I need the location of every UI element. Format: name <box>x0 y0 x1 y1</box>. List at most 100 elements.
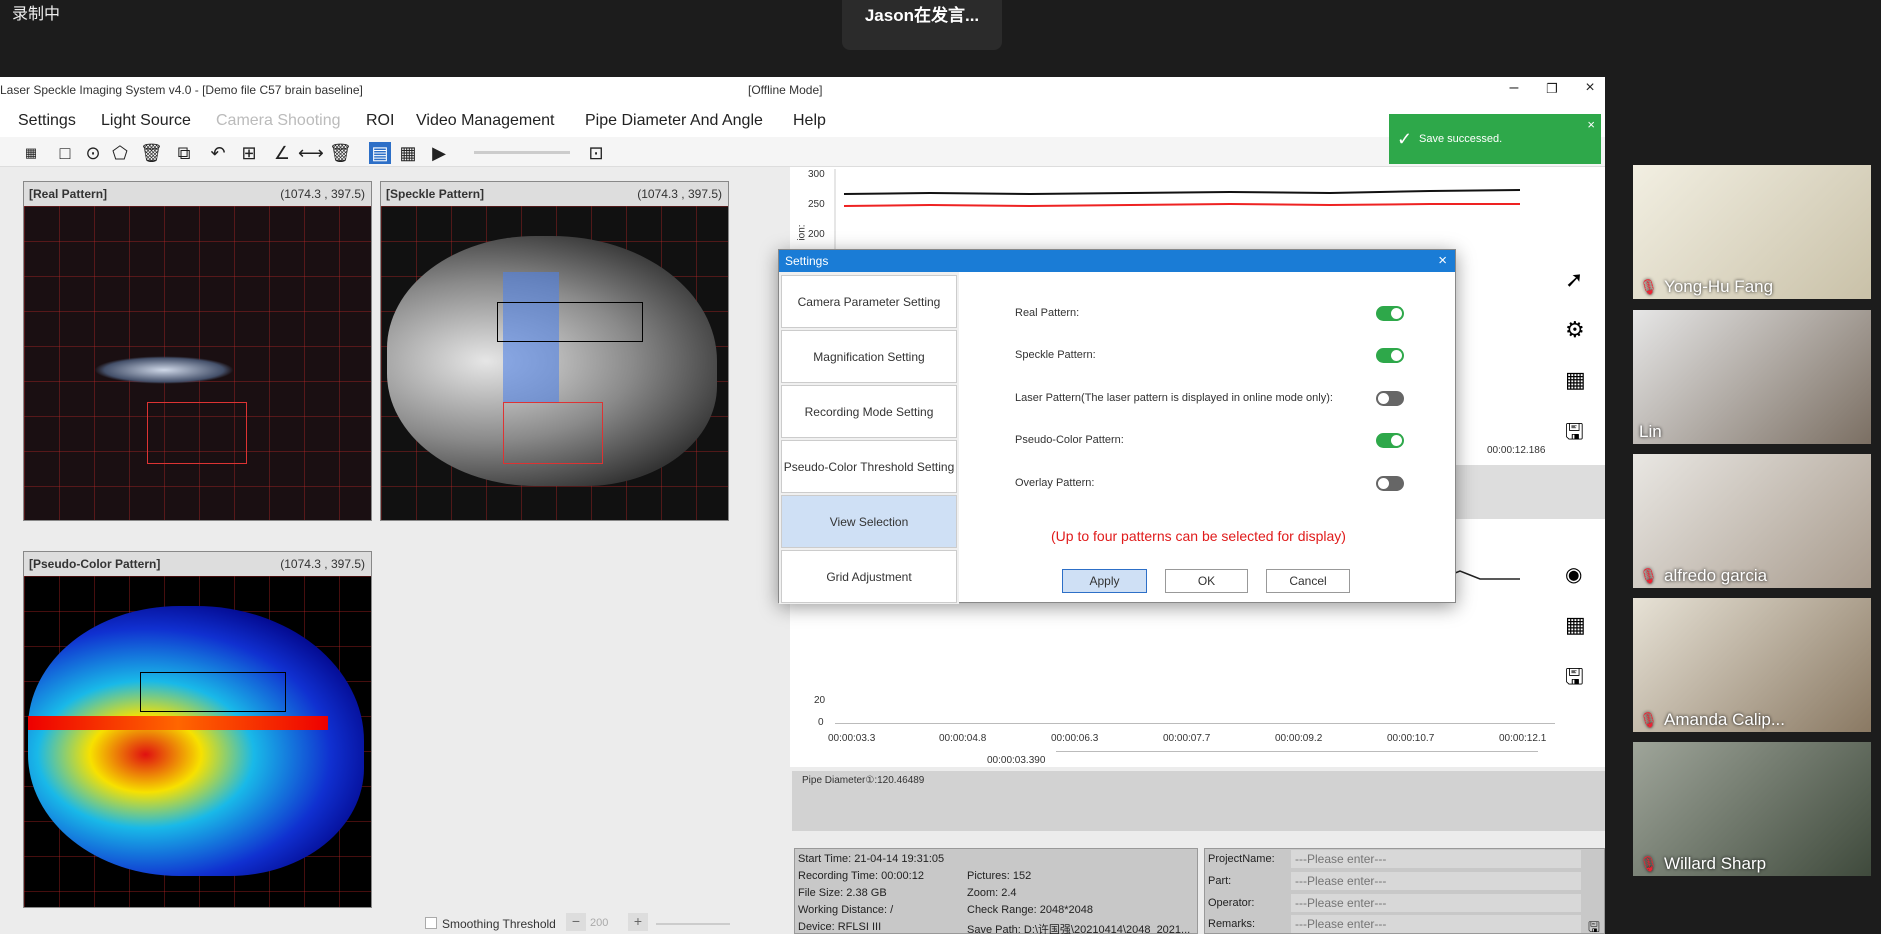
trash-icon[interactable]: 🗑 <box>140 142 163 164</box>
part-input[interactable] <box>1291 872 1581 890</box>
zoom-slider[interactable] <box>474 151 570 154</box>
x-tick: 00:00:07.7 <box>1163 733 1211 744</box>
toast-close-icon[interactable]: × <box>1587 117 1595 132</box>
roi-box[interactable] <box>503 402 603 464</box>
mode-label: [Offline Mode] <box>748 83 823 97</box>
minimize-icon[interactable]: – <box>1499 79 1529 97</box>
series-line-black <box>843 189 1521 196</box>
save-tool-icon[interactable]: 🖫 <box>1565 415 1584 453</box>
time-scrubber[interactable] <box>1056 751 1538 752</box>
recording-indicator: 录制中 <box>12 6 61 23</box>
participant-tile[interactable]: 🎙 Amanda Calip... <box>1633 598 1871 732</box>
pseudo-color-image[interactable] <box>24 576 371 907</box>
save-tool-icon-2[interactable]: 🖫 <box>1565 660 1584 698</box>
gear-tool-icon[interactable]: ⚙ <box>1565 317 1585 343</box>
cancel-button[interactable]: Cancel <box>1266 569 1350 593</box>
panel-header: [Real Pattern] (1074.3 , 397.5) <box>24 182 371 206</box>
panel-title: [Speckle Pattern] <box>386 187 485 201</box>
smoothing-checkbox[interactable] <box>425 917 437 929</box>
add-box-icon[interactable]: ⊞ <box>238 142 260 164</box>
recording-info-panel: Start Time: 21-04-14 19:31:05 Recording … <box>794 848 1198 934</box>
pointer-tool-icon[interactable]: ➚ <box>1565 267 1583 293</box>
speckle-pattern-image[interactable] <box>381 206 728 520</box>
speckle-pattern-toggle[interactable] <box>1376 348 1404 363</box>
part-label: Part: <box>1208 875 1232 887</box>
side-view-selection[interactable]: View Selection <box>781 495 957 548</box>
pseudo-color-pattern-toggle[interactable] <box>1376 433 1404 448</box>
apply-button[interactable]: Apply <box>1062 569 1147 593</box>
circle-icon[interactable]: ⊙ <box>82 142 104 164</box>
smoothing-value[interactable]: 200 <box>590 917 608 929</box>
side-grid-adjustment[interactable]: Grid Adjustment <box>781 550 957 603</box>
layout-grid-icon[interactable]: ▦ <box>397 142 419 164</box>
panel-title: [Real Pattern] <box>29 187 108 201</box>
working-distance: Working Distance: / <box>798 904 894 916</box>
participant-tile[interactable]: 🎙 alfredo garcia <box>1633 454 1871 588</box>
check-icon: ✓ <box>1397 129 1413 149</box>
settings-dialog: Settings × Camera Parameter Setting Magn… <box>778 249 1456 604</box>
zoom: Zoom: 2.4 <box>967 887 1017 899</box>
real-pattern-image[interactable] <box>24 206 371 520</box>
roi-line-box[interactable] <box>140 672 286 712</box>
roi-icon[interactable]: ▦ <box>20 142 42 164</box>
diameter-icon[interactable]: ⟷ <box>298 142 324 164</box>
layout-single-icon[interactable]: ▤ <box>369 142 391 164</box>
smoothing-slider[interactable] <box>656 923 730 925</box>
start-time: Start Time: 21-04-14 19:31:05 <box>798 853 945 865</box>
smoothing-minus-button[interactable]: − <box>566 913 586 931</box>
real-pattern-toggle[interactable] <box>1376 306 1404 321</box>
project-info-panel: ProjectName: Part: Operator: Remarks: 🖫 <box>1204 848 1605 934</box>
restore-icon[interactable]: ❐ <box>1537 81 1567 97</box>
copy-icon[interactable]: ⧉ <box>173 142 195 164</box>
x-tick: 00:00:03.3 <box>828 733 876 744</box>
remarks-input[interactable] <box>1291 915 1581 933</box>
roi-line-box[interactable] <box>497 302 643 342</box>
rectangle-icon[interactable]: □ <box>54 142 76 164</box>
participant-tile[interactable]: 🎙 Willard Sharp <box>1633 742 1871 876</box>
side-magnification[interactable]: Magnification Setting <box>781 330 957 383</box>
fit-view-icon[interactable]: ⊡ <box>585 142 607 164</box>
project-name-input[interactable] <box>1291 850 1581 868</box>
table-tool-icon-2[interactable]: ▦ <box>1565 612 1586 638</box>
mic-muted-icon: 🎙 <box>1639 568 1659 585</box>
menu-video-management[interactable]: Video Management <box>416 112 554 130</box>
dialog-header: Settings × <box>779 250 1455 272</box>
ok-button[interactable]: OK <box>1165 569 1248 593</box>
polygon-icon[interactable]: ⬠ <box>109 142 131 164</box>
smoothing-plus-button[interactable]: + <box>628 913 648 931</box>
side-camera-parameter[interactable]: Camera Parameter Setting <box>781 275 957 328</box>
operator-label: Operator: <box>1208 897 1255 909</box>
menu-pipe-diameter[interactable]: Pipe Diameter And Angle <box>585 112 763 130</box>
pseudo-color-panel: [Pseudo-Color Pattern] (1074.3 , 397.5) <box>23 551 372 908</box>
eye-off-icon[interactable]: ◉ <box>1565 562 1582 587</box>
table-tool-icon[interactable]: ▦ <box>1565 367 1586 393</box>
save-path: Save Path: D:\许国强\20210414\2048_2021... <box>967 924 1191 934</box>
overlay-pattern-toggle[interactable] <box>1376 476 1404 491</box>
angle-icon[interactable]: ∠ <box>271 142 293 164</box>
participant-name: Lin <box>1639 422 1662 441</box>
close-icon[interactable]: × <box>1575 79 1605 97</box>
y-axis-label: ion: <box>796 224 808 241</box>
dialog-close-icon[interactable]: × <box>1438 252 1447 269</box>
save-icon[interactable]: 🖫 <box>1588 917 1600 934</box>
side-recording-mode[interactable]: Recording Mode Setting <box>781 385 957 438</box>
operator-input[interactable] <box>1291 894 1581 912</box>
pictures: Pictures: 152 <box>967 870 1032 882</box>
x-tick: 00:00:09.2 <box>1275 733 1323 744</box>
menu-light-source[interactable]: Light Source <box>101 112 191 130</box>
menu-roi[interactable]: ROI <box>366 112 394 130</box>
roi-box[interactable] <box>147 402 247 464</box>
participant-tile[interactable]: Lin <box>1633 310 1871 444</box>
pseudo-color-pattern-label: Pseudo-Color Pattern: <box>1015 434 1124 446</box>
delete-measure-icon[interactable]: 🗑 <box>329 142 352 164</box>
menu-help[interactable]: Help <box>793 112 826 130</box>
side-pseudo-color-threshold[interactable]: Pseudo-Color Threshold Setting <box>781 440 957 493</box>
participant-tile[interactable]: 🎙 Yong-Hu Fang <box>1633 165 1871 299</box>
pipe-diameter-value: Pipe Diameter①:120.46489 <box>802 775 925 786</box>
panel-title: [Pseudo-Color Pattern] <box>29 557 161 571</box>
menu-settings[interactable]: Settings <box>18 112 76 130</box>
layout-film-icon[interactable]: ▶ <box>425 142 453 164</box>
laser-pattern-toggle[interactable] <box>1376 391 1404 406</box>
speckle-pattern-panel: [Speckle Pattern] (1074.3 , 397.5) <box>380 181 729 521</box>
undo-icon[interactable]: ↶ <box>207 142 229 164</box>
